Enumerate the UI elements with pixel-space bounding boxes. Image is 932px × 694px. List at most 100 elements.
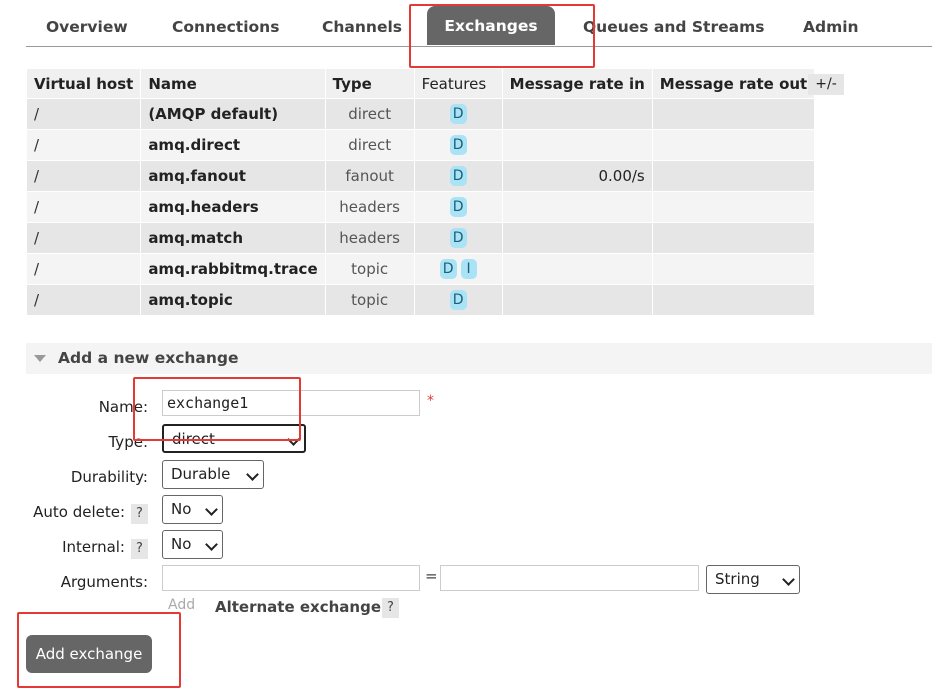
cell-features: D xyxy=(413,160,503,192)
auto-delete-label-text: Auto delete: xyxy=(33,503,125,521)
exchange-name-input[interactable]: exchange1 xyxy=(162,390,420,416)
col-message-rate-out[interactable]: Message rate out xyxy=(651,68,816,99)
cell-features: D xyxy=(413,284,503,316)
auto-delete-label: Auto delete:? xyxy=(33,503,148,524)
cell-rate-out xyxy=(651,191,816,223)
exchange-name-link[interactable]: amq.direct xyxy=(140,129,326,161)
cell-vhost: / xyxy=(25,191,142,223)
col-virtual-host[interactable]: Virtual host xyxy=(25,68,142,99)
toggle-columns-button[interactable]: +/- xyxy=(808,74,844,95)
arguments-label: Arguments: xyxy=(60,573,148,591)
cell-rate-in: 0.00/s xyxy=(501,160,653,192)
argument-type-value: String xyxy=(715,570,760,588)
cell-features: D xyxy=(413,191,503,223)
auto-delete-select[interactable]: No xyxy=(162,495,223,524)
type-select[interactable]: direct xyxy=(162,424,306,453)
tab-overview[interactable]: Overview xyxy=(46,12,128,44)
table-row[interactable]: / amq.direct direct D xyxy=(25,129,816,161)
durability-select-value: Durable xyxy=(171,465,231,483)
table-row[interactable]: / amq.headers headers D xyxy=(25,191,816,223)
cell-rate-out xyxy=(651,160,816,192)
cell-vhost: / xyxy=(25,253,142,285)
feature-badge-durable: D xyxy=(449,228,467,248)
internal-select-value: No xyxy=(171,535,192,553)
cell-type: headers xyxy=(324,191,415,223)
tab-admin[interactable]: Admin xyxy=(803,12,859,44)
table-row[interactable]: / amq.topic topic D xyxy=(25,284,816,316)
cell-rate-out xyxy=(651,253,816,285)
exchange-name-link[interactable]: amq.headers xyxy=(140,191,326,223)
cell-rate-in xyxy=(501,98,653,130)
tab-channels[interactable]: Channels xyxy=(322,12,402,44)
feature-badge-durable: D xyxy=(449,166,467,186)
add-argument-link[interactable]: Add xyxy=(168,597,195,613)
cell-rate-in xyxy=(501,284,653,316)
exchange-name-link[interactable]: amq.match xyxy=(140,222,326,254)
col-features: Features xyxy=(413,68,503,99)
add-exchange-section-toggle[interactable]: Add a new exchange xyxy=(26,343,932,374)
chevron-down-icon xyxy=(205,503,218,516)
feature-badge-durable: D xyxy=(439,259,457,279)
table-row[interactable]: / (AMQP default) direct D xyxy=(25,98,816,130)
cell-vhost: / xyxy=(25,222,142,254)
durability-label: Durability: xyxy=(70,468,148,486)
auto-delete-help-icon[interactable]: ? xyxy=(131,504,148,524)
cell-rate-in xyxy=(501,129,653,161)
tab-queues-and-streams[interactable]: Queues and Streams xyxy=(583,12,764,44)
feature-badge-internal: I xyxy=(460,259,477,279)
cell-features: D xyxy=(413,98,503,130)
cell-features: DI xyxy=(413,253,503,285)
chevron-down-icon xyxy=(205,538,218,551)
col-message-rate-in[interactable]: Message rate in xyxy=(501,68,653,99)
cell-type: topic xyxy=(324,284,415,316)
col-type[interactable]: Type xyxy=(324,68,415,99)
cell-type: fanout xyxy=(324,160,415,192)
table-row[interactable]: / amq.match headers D xyxy=(25,222,816,254)
cell-rate-out xyxy=(651,129,816,161)
internal-help-icon[interactable]: ? xyxy=(131,539,148,559)
alternate-exchange-help-icon[interactable]: ? xyxy=(382,598,399,618)
exchanges-table: Virtual host Name Type Features Message … xyxy=(25,68,816,316)
cell-type: headers xyxy=(324,222,415,254)
exchange-name-link[interactable]: amq.fanout xyxy=(140,160,326,192)
cell-rate-in xyxy=(501,191,653,223)
section-title: Add a new exchange xyxy=(58,349,239,367)
table-row[interactable]: / amq.fanout fanout D 0.00/s xyxy=(25,160,816,192)
exchange-name-link[interactable]: amq.topic xyxy=(140,284,326,316)
cell-rate-out xyxy=(651,98,816,130)
cell-rate-in xyxy=(501,222,653,254)
exchange-name-link[interactable]: (AMQP default) xyxy=(140,98,326,130)
collapse-triangle-icon xyxy=(34,355,46,362)
alternate-exchange-link[interactable]: Alternate exchange xyxy=(215,598,381,616)
feature-badge-durable: D xyxy=(449,197,467,217)
required-marker: * xyxy=(427,393,434,409)
type-select-value: direct xyxy=(172,430,215,448)
argument-key-input[interactable] xyxy=(162,565,420,591)
cell-vhost: / xyxy=(25,98,142,130)
cell-rate-out xyxy=(651,222,816,254)
tab-connections[interactable]: Connections xyxy=(172,12,279,44)
feature-badge-durable: D xyxy=(449,290,467,310)
internal-label: Internal:? xyxy=(62,538,148,559)
feature-badge-durable: D xyxy=(449,104,467,124)
internal-select[interactable]: No xyxy=(162,530,223,559)
chevron-down-icon xyxy=(246,468,259,481)
cell-type: direct xyxy=(324,129,415,161)
cell-features: D xyxy=(413,222,503,254)
cell-rate-out xyxy=(651,284,816,316)
add-exchange-button[interactable]: Add exchange xyxy=(26,635,152,673)
argument-type-select[interactable]: String xyxy=(706,565,800,594)
tab-exchanges[interactable]: Exchanges xyxy=(427,6,555,45)
durability-select[interactable]: Durable xyxy=(162,460,264,489)
cell-type: direct xyxy=(324,98,415,130)
table-header-row: Virtual host Name Type Features Message … xyxy=(25,68,816,99)
chevron-down-icon xyxy=(782,573,795,586)
internal-label-text: Internal: xyxy=(62,538,125,556)
table-row[interactable]: / amq.rabbitmq.trace topic DI xyxy=(25,253,816,285)
cell-type: topic xyxy=(324,253,415,285)
argument-value-input[interactable] xyxy=(440,565,699,591)
cell-vhost: / xyxy=(25,284,142,316)
exchange-name-link[interactable]: amq.rabbitmq.trace xyxy=(140,253,326,285)
cell-vhost: / xyxy=(25,160,142,192)
col-name[interactable]: Name xyxy=(140,68,326,99)
